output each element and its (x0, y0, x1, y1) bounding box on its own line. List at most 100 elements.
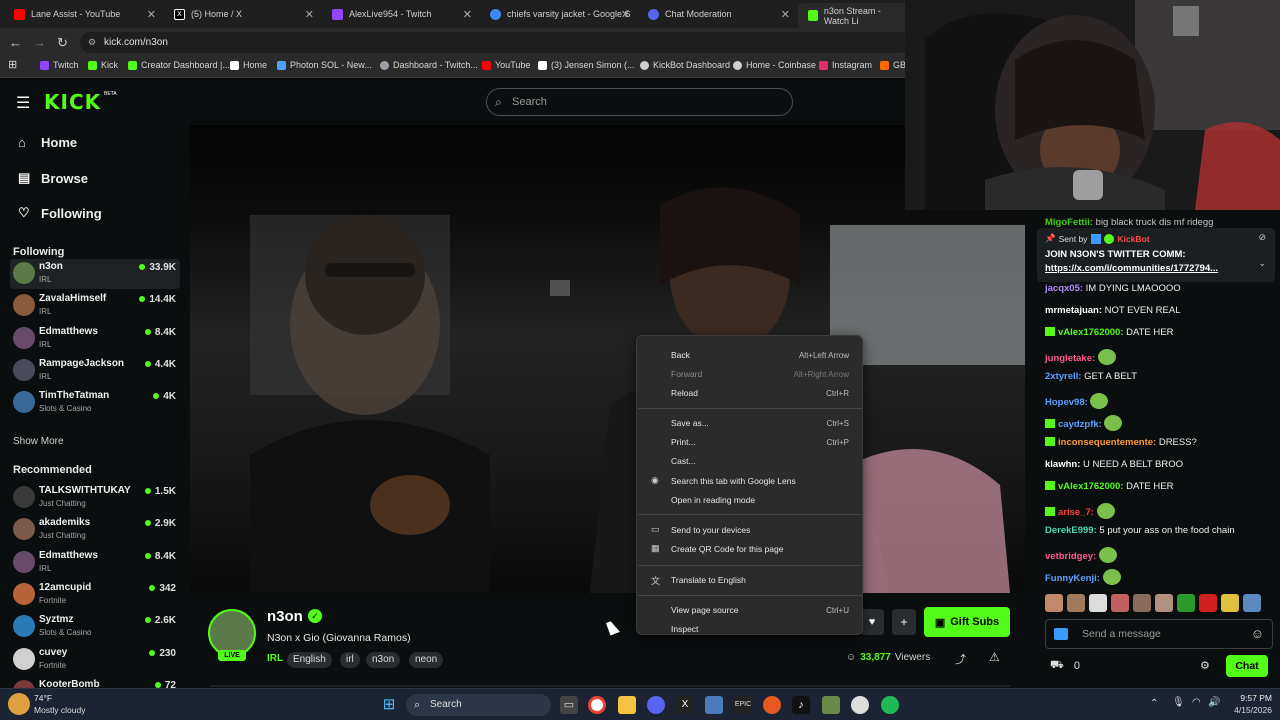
tag-english[interactable]: English (287, 652, 332, 668)
epic-icon[interactable]: EPIC (734, 696, 752, 714)
emote-icon[interactable] (1243, 594, 1261, 612)
emote-icon[interactable] (1155, 594, 1173, 612)
menu-item-cast[interactable]: Cast... (671, 456, 696, 466)
chat-username[interactable]: vetbridgey: (1045, 551, 1096, 562)
menu-item-open-in-reading-mode[interactable]: Open in reading mode (671, 495, 755, 505)
sidebar-channel-edmatthews[interactable]: Edmatthews IRL 8.4K (10, 548, 180, 578)
video-player[interactable] (190, 125, 1025, 593)
menu-item-inspect[interactable]: Inspect (671, 624, 698, 634)
sidebar-channel-akademiks[interactable]: akademiks Just Chatting 2.9K (10, 515, 180, 545)
bookmark[interactable]: Creator Dashboard |... (128, 60, 230, 70)
site-info-icon[interactable]: ⚙ (88, 32, 96, 53)
settings-gear-icon[interactable]: ⚙ (1200, 659, 1210, 672)
weather-icon[interactable] (8, 693, 30, 715)
chat-username[interactable]: vAlex1762000: (1058, 327, 1124, 338)
sidebar-channel-syztmz[interactable]: Syztmz Slots & Casino 2.6K (10, 612, 180, 642)
tag-n3on[interactable]: n3on (366, 652, 401, 668)
add-icon[interactable]: + (892, 609, 916, 635)
chat-username[interactable]: inconsequentemente: (1058, 437, 1156, 448)
search-input[interactable]: ⌕ Search (486, 88, 793, 116)
pinned-link[interactable]: https://x.com/i/communities/1772794... (1045, 263, 1218, 274)
menu-item-save-as[interactable]: Save as... (671, 418, 709, 428)
file-explorer-icon[interactable] (618, 696, 636, 714)
emote-icon[interactable] (1089, 594, 1107, 612)
report-icon[interactable]: ⚠ (989, 650, 1000, 664)
reload-icon[interactable]: ↻ (57, 35, 68, 51)
menu-item-print[interactable]: Print... (671, 437, 696, 447)
browser-tab[interactable]: Lane Assist - YouTube ✕ (4, 3, 162, 25)
menu-icon[interactable]: ☰ (16, 93, 30, 113)
browser-tab[interactable]: AlexLive954 - Twitch ✕ (322, 3, 478, 25)
emote-icon[interactable] (1111, 594, 1129, 612)
wifi-icon[interactable]: ◠ (1192, 697, 1201, 708)
sidebar-channel-talkswithtukay[interactable]: TALKSWITHTUKAY Just Chatting 1.5K (10, 483, 180, 513)
emoji-icon[interactable]: ☺ (1251, 626, 1264, 641)
bookmark[interactable]: Dashboard - Twitch... (380, 60, 478, 70)
bookmark[interactable]: Home - Coinbase (733, 60, 816, 70)
category-link[interactable]: IRL (267, 653, 283, 664)
sidebar-channel-cuvey[interactable]: cuvey Fortnite 230 (10, 645, 180, 675)
brave-icon[interactable] (763, 696, 781, 714)
obs-icon[interactable] (851, 696, 869, 714)
nav-home[interactable]: ⌂ Home (18, 135, 77, 150)
menu-item-search-this-tab-with-google-lens[interactable]: Search this tab with Google Lens (671, 476, 796, 486)
kick-logo[interactable]: KICK (44, 90, 101, 114)
chat-username[interactable]: klawhn: (1045, 459, 1080, 470)
chat-username[interactable]: DerekE999: (1045, 525, 1097, 536)
chat-username[interactable]: arise_7: (1058, 507, 1094, 518)
x-app-icon[interactable]: X (676, 696, 694, 714)
task-view-icon[interactable]: ▭ (560, 696, 578, 714)
chevron-up-icon[interactable]: ⌃ (1150, 698, 1158, 709)
share-icon[interactable]: ⤴ (955, 651, 966, 667)
weather-desc[interactable]: Mostly cloudy (34, 705, 86, 715)
weather-temp[interactable]: 74°F (34, 693, 52, 703)
discord-icon[interactable] (647, 696, 665, 714)
chat-username[interactable]: FunnyKenji: (1045, 573, 1100, 584)
tag-irl[interactable]: irl (340, 652, 360, 668)
bookmark[interactable]: KickBot Dashboard (640, 60, 730, 70)
sidebar-channel-zavalahimself[interactable]: ZavalaHimself IRL 14.4K (10, 291, 180, 321)
bookmark[interactable]: YouTube (482, 60, 530, 70)
windows-start-icon[interactable]: ⊞ (380, 696, 398, 714)
show-more-button[interactable]: Show More (13, 436, 64, 447)
browser-tab-active[interactable]: n3on Stream - Watch Li (798, 3, 908, 28)
chat-username[interactable]: Hopev98: (1045, 397, 1088, 408)
nav-browse[interactable]: ▤ Browse (18, 170, 88, 186)
close-icon[interactable]: ✕ (147, 8, 156, 21)
bookmark[interactable]: Instagram (819, 60, 872, 70)
streamer-name[interactable]: n3on (267, 608, 303, 625)
chat-username[interactable]: mrmetajuan: (1045, 305, 1102, 316)
chevron-down-icon[interactable]: ⌄ (1258, 258, 1266, 269)
bookmark[interactable]: Photon SOL - New... (277, 60, 372, 70)
minecraft-icon[interactable] (822, 696, 840, 714)
menu-item-reload[interactable]: Reload (671, 388, 698, 398)
bookmark[interactable]: Home (230, 60, 267, 70)
sidebar-channel-edmatthews[interactable]: Edmatthews IRL 8.4K (10, 324, 180, 354)
emote-icon[interactable] (1133, 594, 1151, 612)
volume-icon[interactable]: 🔊 (1208, 697, 1220, 708)
browser-tab[interactable]: chiefs varsity jacket - Google S ✕ (480, 3, 636, 25)
chat-username[interactable]: 2xtyrell: (1045, 371, 1081, 382)
url-field[interactable]: ⚙ kick.com/n3on (80, 32, 910, 53)
chat-username[interactable]: caydzpfk: (1058, 419, 1102, 430)
clock-date[interactable]: 4/15/2026 (1224, 705, 1272, 715)
chrome-icon[interactable] (588, 696, 606, 714)
bookmark[interactable]: Kick (88, 60, 118, 70)
emote-icon[interactable] (1221, 594, 1239, 612)
browser-tab[interactable]: X (5) Home / X ✕ (164, 3, 320, 25)
emote-icon[interactable] (1045, 594, 1063, 612)
chat-send-button[interactable]: Chat (1226, 655, 1268, 677)
tiktok-icon[interactable]: ♪ (792, 696, 810, 714)
sidebar-channel-n3on[interactable]: n3on IRL 33.9K (10, 259, 180, 289)
close-icon[interactable]: ✕ (305, 8, 314, 21)
bookmark[interactable]: (3) Jensen Simon (... (538, 60, 635, 70)
chat-username[interactable]: jungletake: (1045, 353, 1095, 364)
apps-grid-icon[interactable]: ⊞ (8, 58, 17, 71)
spotify-icon[interactable] (881, 696, 899, 714)
close-icon[interactable]: ✕ (781, 8, 790, 21)
store-icon[interactable] (705, 696, 723, 714)
taskbar-search[interactable]: ⌕ Search (406, 694, 551, 716)
forward-arrow-icon[interactable]: → (33, 35, 46, 50)
gift-subs-button[interactable]: ▣ Gift Subs (924, 607, 1010, 637)
menu-item-view-page-source[interactable]: View page source (671, 605, 738, 615)
